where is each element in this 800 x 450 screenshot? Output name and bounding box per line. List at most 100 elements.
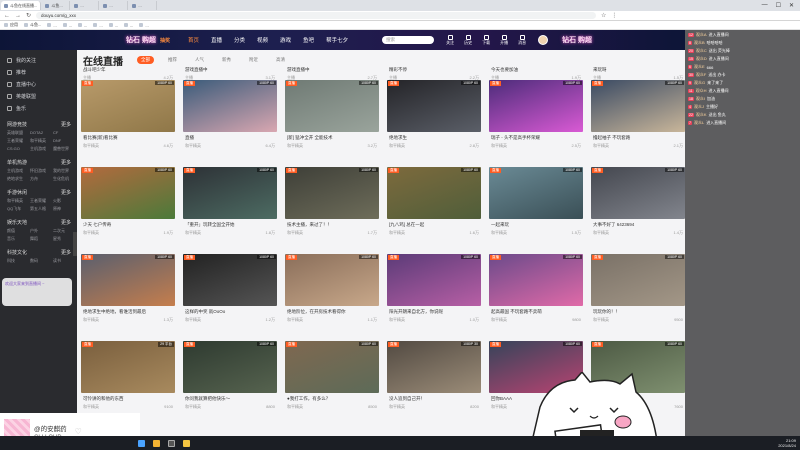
bookmark-item[interactable]: ... [47, 23, 57, 28]
sidebar-section-more[interactable]: 更多 [61, 249, 71, 256]
stream-thumbnail[interactable]: 直播 1080P 60 [81, 254, 175, 306]
bookmark-item[interactable]: 斗鱼... [24, 22, 41, 28]
menu-icon[interactable]: ⋮ [611, 12, 617, 19]
sidebar-category-link[interactable]: 二次元 [53, 228, 74, 234]
stream-thumbnail[interactable]: 直播 1080P 60 [387, 254, 481, 306]
sidebar-category-link[interactable]: 科技 [7, 258, 28, 264]
stream-thumbnail[interactable]: 直播 1080P 60 [489, 80, 583, 132]
chat-nickname[interactable]: 观众L [694, 120, 704, 126]
stream-card[interactable]: 直播 1080P 60 阳光开朗来自北方，你说呢 和平精英 1.0万 [387, 254, 481, 341]
filter-tab[interactable]: 新秀 [218, 56, 235, 64]
nav-item[interactable]: 首页 [188, 36, 199, 44]
bookmark-item[interactable]: ... [124, 23, 133, 28]
chat-nickname[interactable]: 观众G [694, 80, 705, 86]
sidebar-category-link[interactable]: 星秀 [53, 236, 74, 242]
brand-logo[interactable]: 钻石 购超 [126, 35, 156, 45]
sidebar-item[interactable]: 推荐 [3, 66, 74, 78]
stream-card[interactable]: 直播 1080P 60 技术主播，来过了！！ 和平精英 1.7万 [285, 167, 379, 254]
stream-card[interactable]: 直播 1080P 60 看比赛(新)看比赛 和平精英 4.6万 [81, 80, 175, 167]
chat-nickname[interactable]: 观众D [696, 56, 707, 62]
sidebar-section-more[interactable]: 更多 [61, 189, 71, 196]
header-icon-button[interactable]: 关注 [446, 34, 454, 46]
header-icon-button[interactable]: 开播 [500, 34, 508, 46]
bookmark-item[interactable]: ... [139, 23, 149, 28]
stream-thumbnail[interactable]: 直播 1080P 60 [81, 80, 175, 132]
forward-icon[interactable]: → [15, 13, 21, 19]
sidebar-category-link[interactable]: 绝地求生 [7, 176, 28, 182]
stream-card[interactable]: 直播 1080P 60 撸起袖子 不玩套路 和平精英 2.1万 [591, 80, 685, 167]
stream-card[interactable]: 直播 1080P 60 ●我打工作，有多么？ 和平精英 8500 [285, 341, 379, 428]
stream-thumbnail[interactable]: 直播 1080P 60 [183, 254, 277, 306]
sidebar-category-link[interactable]: 主机游戏 [30, 146, 51, 152]
bookmark-item[interactable]: 应用 [4, 22, 18, 28]
header-icon-button[interactable]: 下载 [482, 34, 490, 46]
stream-thumbnail[interactable]: 直播 1080P 60 [387, 80, 481, 132]
browser-tab[interactable]: 斗鱼在线直播... [1, 1, 42, 10]
stream-card[interactable]: 直播 1080P 60 绝地求生 和平精英 2.8万 [387, 80, 481, 167]
stream-thumbnail[interactable]: 直播 1080P 60 [285, 80, 379, 132]
nav-item[interactable]: 直播 [211, 36, 222, 44]
brand-logo-right[interactable]: 钻石 购超 [562, 35, 592, 45]
sidebar-category-link[interactable]: 读书 [53, 258, 74, 264]
stream-card[interactable]: 直播 1080P 60 一起来玩 和平精英 1.5万 [489, 167, 583, 254]
search-input[interactable]: 搜索 [382, 36, 435, 44]
sidebar-category-link[interactable]: 原神 [53, 206, 74, 212]
stream-card[interactable]: 直播 1080P 60 这样的中奖 就OoOo 和平精英 1.2万 [183, 254, 277, 341]
url-input[interactable]: douyu.com/g_xxx [36, 12, 597, 19]
stream-thumbnail[interactable]: 直播 1080P 60 [285, 341, 379, 393]
reload-icon[interactable]: ↻ [26, 12, 31, 19]
stream-card[interactable]: 直播 1080P 60 [新] 猛冲全开 全能技术 和平精英 3.2万 [285, 80, 379, 167]
sidebar-item[interactable]: 英雄联盟 [3, 90, 74, 102]
chat-nickname[interactable]: 观众K [696, 112, 707, 118]
windows-start-icon[interactable] [138, 439, 145, 447]
sidebar-item[interactable]: 我的关注 [3, 54, 74, 66]
stream-card[interactable]: 直播 1080P 60 绝地阶位，在开房技术看得你 和平精英 1.1万 [285, 254, 379, 341]
stream-thumbnail[interactable]: 直播 1080P 60 [387, 167, 481, 219]
header-icon-button[interactable]: 历史 [464, 34, 472, 46]
chat-nickname[interactable]: 观众C [696, 48, 707, 54]
sidebar-category-link[interactable]: 英雄联盟 [7, 130, 28, 136]
maximize-button[interactable]: ☐ [776, 2, 781, 9]
sidebar-category-link[interactable]: 颜值 [7, 228, 28, 234]
sidebar-category-link[interactable]: 魔兽世界 [53, 146, 74, 152]
stream-card[interactable]: 直播 1080P 60 玩玩你的！！ 和平精英 9500 [591, 254, 685, 341]
chat-nickname[interactable]: 观众J [694, 104, 704, 110]
bookmark-item[interactable]: ... [93, 23, 103, 28]
stream-card[interactable]: 直播 1080P 60 少天 七户传奇 和平精英 1.9万 [81, 167, 175, 254]
chat-nickname[interactable]: 观众A [696, 32, 707, 38]
stream-thumbnail[interactable]: 直播 1080P 60 [489, 167, 583, 219]
obs-icon[interactable] [168, 439, 175, 447]
sidebar-category-link[interactable]: CS:GO [7, 146, 28, 152]
stream-card[interactable]: 直播 1080P 60 起高最国 不玩套路不卖萌 和平精英 9800 [489, 254, 583, 341]
chat-nickname[interactable]: 观众B [694, 40, 705, 46]
header-icon-button[interactable]: 消息 [518, 34, 526, 46]
sidebar-category-link[interactable]: 方舟 [30, 176, 51, 182]
stream-thumbnail[interactable]: 直播 1080P 60 [285, 254, 379, 306]
sidebar-section-more[interactable]: 更多 [61, 121, 71, 128]
sidebar-category-link[interactable]: 第五人格 [30, 206, 51, 212]
browser-tab[interactable]: ... [100, 1, 129, 10]
stream-card[interactable]: 直播 1080P 60 [九八鸡] 总在一起 和平精英 1.6万 [387, 167, 481, 254]
sidebar-category-link[interactable]: 和平精英 [7, 198, 28, 204]
stream-card[interactable]: 直播 1080P 30 没人追到自己开！ 和平精英 8200 [387, 341, 481, 428]
sidebar-category-link[interactable]: 主机游戏 [7, 168, 28, 174]
browser-icon[interactable] [153, 439, 160, 447]
stream-card[interactable]: 直播 1080P 60 瑞子 - 头不是高手杯荣耀 和平精英 2.5万 [489, 80, 583, 167]
sidebar-category-link[interactable]: 数码 [30, 258, 51, 264]
sidebar-category-link[interactable]: 火影 [53, 198, 74, 204]
filter-tab[interactable]: 附近 [245, 56, 262, 64]
avatar[interactable] [538, 35, 549, 45]
stream-thumbnail[interactable]: 直播 1080P 60 [591, 80, 685, 132]
sidebar-category-link[interactable]: 王者荣耀 [30, 198, 51, 204]
stream-thumbnail[interactable]: 直播 1080P 60 [591, 167, 685, 219]
nav-item[interactable]: 分类 [234, 36, 245, 44]
stream-thumbnail[interactable]: 直播 1080P 60 [183, 167, 277, 219]
chat-nickname[interactable]: 观众F [696, 72, 706, 78]
sidebar-category-link[interactable]: 和平精英 [30, 138, 51, 144]
close-button[interactable]: ✕ [789, 2, 794, 9]
browser-tab[interactable]: ... [71, 1, 100, 10]
stream-card[interactable]: 直播 1080P 60 大事不好了 6423694 和平精英 1.4万 [591, 167, 685, 254]
folder-icon[interactable] [183, 439, 190, 447]
nav-item[interactable]: 帮手七夕 [326, 36, 348, 44]
chat-nickname[interactable]: 观众E [694, 64, 705, 70]
